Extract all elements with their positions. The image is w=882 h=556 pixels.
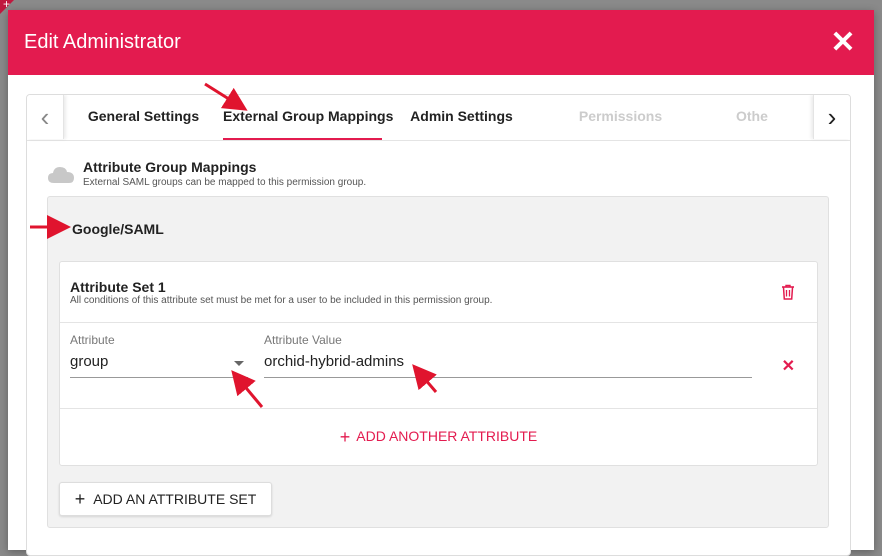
add-another-attribute-button[interactable]: + ADD ANOTHER ATTRIBUTE <box>60 427 817 448</box>
tab-scroll-right-button[interactable]: › <box>813 95 850 139</box>
plus-icon: + <box>74 488 86 509</box>
tab-other[interactable]: Othe <box>700 95 814 140</box>
attribute-set-subtitle: All conditions of this attribute set mus… <box>70 295 493 306</box>
add-another-attribute-label: ADD ANOTHER ATTRIBUTE <box>356 428 538 444</box>
section-subtitle: External SAML groups can be mapped to th… <box>83 177 367 188</box>
section-header: Attribute Group Mappings External SAML g… <box>47 159 366 188</box>
attribute-set-header: Attribute Set 1 All conditions of this a… <box>60 262 817 323</box>
attribute-value-label: Attribute Value <box>264 333 342 347</box>
provider-box: Google/SAML Attribute Set 1 All conditio… <box>47 196 829 528</box>
chevron-left-icon: ‹ <box>40 101 50 132</box>
close-icon[interactable]: ✕ <box>828 25 858 60</box>
attribute-set-title: Attribute Set 1 <box>70 279 166 295</box>
attribute-row: Attribute group Attribute Value orchid-h… <box>60 323 817 409</box>
cloud-icon <box>48 167 74 183</box>
tab-bar: ‹ General Settings External Group Mappin… <box>27 95 850 141</box>
add-attribute-set-button[interactable]: + ADD AN ATTRIBUTE SET <box>59 482 272 516</box>
tabs: General Settings External Group Mappings… <box>64 95 814 140</box>
section-text: Attribute Group Mappings External SAML g… <box>75 159 366 188</box>
caret-down-icon <box>234 361 244 366</box>
remove-attribute-icon[interactable]: ✕ <box>782 356 795 376</box>
chevron-right-icon: › <box>827 101 837 132</box>
attribute-select[interactable]: group <box>70 353 248 378</box>
attribute-select-value: group <box>70 353 109 370</box>
provider-title: Google/SAML <box>72 221 164 237</box>
tab-general-settings[interactable]: General Settings <box>64 95 223 140</box>
tab-external-group-mappings[interactable]: External Group Mappings <box>223 95 393 140</box>
add-attribute-set-label: ADD AN ATTRIBUTE SET <box>93 491 257 507</box>
attribute-label: Attribute <box>70 333 115 347</box>
tab-permissions[interactable]: Permissions <box>541 95 700 140</box>
modal-header: Edit Administrator ✕ <box>8 10 874 75</box>
attribute-value-input[interactable]: orchid-hybrid-admins <box>264 353 752 378</box>
plus-icon: + <box>339 427 351 447</box>
tab-admin-settings[interactable]: Admin Settings <box>382 95 541 140</box>
modal-title: Edit Administrator <box>24 31 181 53</box>
tab-scroll-left-button[interactable]: ‹ <box>27 95 64 139</box>
attribute-set-card: Attribute Set 1 All conditions of this a… <box>59 261 818 466</box>
section-title: Attribute Group Mappings <box>83 159 257 175</box>
settings-panel: ‹ General Settings External Group Mappin… <box>26 94 851 556</box>
trash-icon[interactable] <box>781 284 795 300</box>
